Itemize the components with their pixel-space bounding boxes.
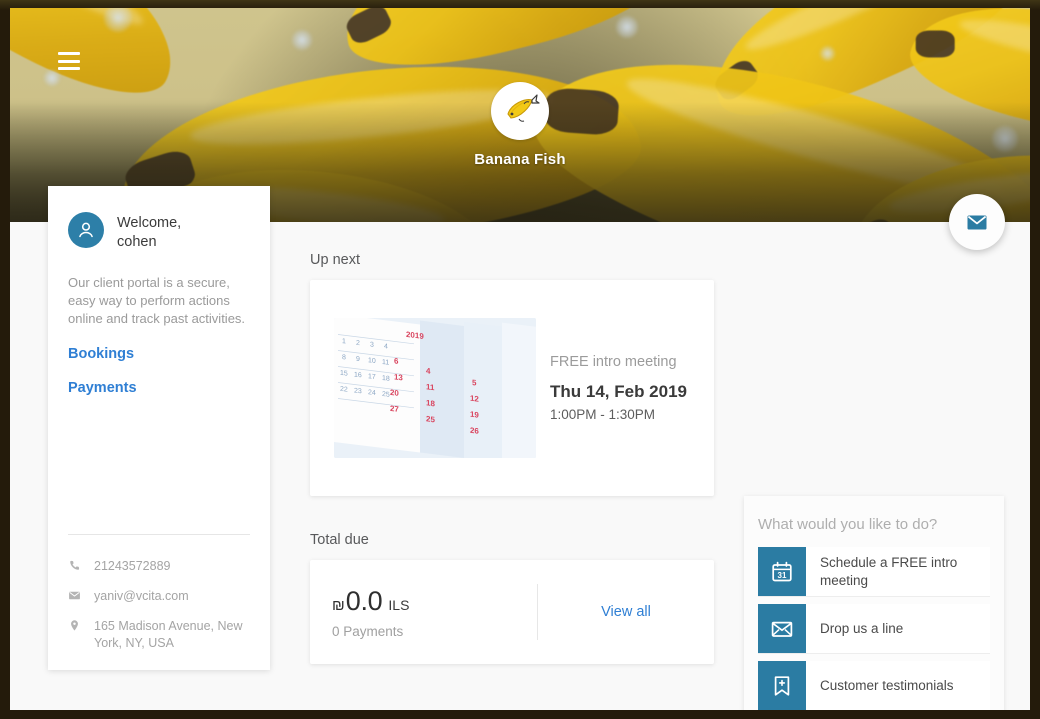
page-content: Welcome, cohen Our client portal is a se…	[10, 186, 1030, 710]
envelope-icon	[68, 588, 82, 607]
total-due-card: ₪ 0.0 ILS 0 Payments View all	[310, 560, 714, 664]
welcome-block: Welcome, cohen	[68, 212, 250, 252]
up-next-date: Thu 14, Feb 2019	[550, 382, 687, 401]
location-pin-icon	[68, 618, 82, 637]
contact-row-address[interactable]: 165 Madison Avenue, New York, NY, USA	[68, 618, 254, 652]
svg-text:17: 17	[368, 373, 376, 381]
svg-text:4: 4	[384, 343, 388, 350]
svg-text:23: 23	[354, 387, 362, 395]
svg-text:24: 24	[368, 389, 376, 397]
due-value: 0.0	[345, 585, 383, 616]
total-due-summary: ₪ 0.0 ILS 0 Payments	[310, 586, 537, 639]
sidebar-divider	[68, 534, 250, 535]
contact-email-value: yaniv@vcita.com	[94, 588, 189, 603]
business-name: Banana Fish	[474, 151, 566, 168]
svg-text:8: 8	[342, 354, 346, 361]
sidebar-item-bookings[interactable]: Bookings	[68, 346, 250, 362]
up-next-details: FREE intro meeting Thu 14, Feb 2019 1:00…	[536, 354, 687, 422]
up-next-card[interactable]: 2019 6 13 20 27 4 11 18 25 5 12 19 26 1234 8 9 10 11…	[310, 280, 714, 496]
svg-text:18: 18	[382, 375, 390, 383]
welcome-message: Welcome, cohen	[117, 212, 181, 252]
up-next-section-title: Up next	[310, 252, 360, 268]
svg-text:9: 9	[356, 356, 360, 363]
bokeh-dot	[616, 16, 638, 38]
total-due-section-title: Total due	[310, 532, 369, 548]
up-next-time: 1:00PM - 1:30PM	[550, 407, 656, 422]
sidebar-item-payments[interactable]: Payments	[68, 380, 250, 396]
payments-count: 0 Payments	[332, 623, 404, 639]
currency-code: ILS	[388, 596, 410, 613]
browser-frame: Banana Fish Welcome, cohen Our client po…	[0, 0, 1040, 719]
action-item-schedule-meeting[interactable]: 31 Schedule a FREE intro meeting	[758, 547, 990, 597]
total-due-amount: ₪ 0.0 ILS	[332, 586, 537, 617]
svg-text:26: 26	[470, 426, 479, 436]
hamburger-menu-icon[interactable]	[58, 52, 80, 70]
svg-text:16: 16	[354, 371, 362, 379]
svg-text:12: 12	[470, 394, 479, 404]
portal-description: Our client portal is a secure, easy way …	[68, 275, 246, 327]
action-item-customer-testimonials[interactable]: Customer testimonials	[758, 661, 990, 710]
welcome-greeting: Welcome,	[117, 215, 182, 231]
contact-details: 21243572889 yaniv@vcita.com 165 Madison …	[68, 558, 254, 663]
welcome-username: cohen	[117, 234, 157, 251]
phone-icon	[68, 558, 82, 577]
action-label: Customer testimonials	[820, 677, 954, 693]
action-item-drop-us-a-line[interactable]: Drop us a line	[758, 604, 990, 654]
contact-address-value: 165 Madison Avenue, New York, NY, USA	[94, 618, 243, 650]
banana-fish-logo-icon[interactable]	[491, 82, 549, 140]
contact-phone-value: 21243572889	[94, 559, 171, 573]
svg-text:18: 18	[426, 398, 435, 408]
svg-text:10: 10	[368, 357, 376, 365]
envelope-icon	[967, 215, 987, 230]
svg-text:3: 3	[370, 341, 374, 348]
contact-us-fab-button[interactable]	[949, 194, 1005, 250]
svg-text:11: 11	[426, 382, 435, 392]
svg-text:31: 31	[778, 571, 787, 580]
client-info-sidebar: Welcome, cohen Our client portal is a se…	[48, 186, 270, 670]
main-column: Up next 2019 6 13 20 27 411 18 25 5 12 1…	[310, 252, 714, 664]
svg-text:22: 22	[340, 386, 348, 394]
action-label: Schedule a FREE intro meeting	[820, 555, 958, 588]
user-avatar-icon	[68, 212, 104, 248]
svg-text:25: 25	[426, 414, 435, 424]
svg-text:4: 4	[426, 366, 431, 376]
svg-text:15: 15	[340, 370, 348, 378]
calendar-31-icon: 31	[758, 547, 806, 596]
svg-text:5: 5	[472, 378, 477, 388]
calendar-photo: 2019 6 13 20 27 4 11 18 25 5 12 19 26 1234 8 9 10 11…	[334, 318, 536, 458]
action-label: Drop us a line	[820, 620, 904, 636]
bokeh-dot	[820, 46, 835, 61]
business-identity: Banana Fish	[10, 82, 1030, 168]
up-next-service-name: FREE intro meeting	[550, 354, 677, 370]
currency-symbol: ₪	[332, 596, 345, 614]
quick-actions-panel: What would you like to do? 31 Schedule a…	[744, 496, 1004, 710]
quick-actions-title: What would you like to do?	[758, 516, 938, 533]
envelope-icon	[758, 604, 806, 653]
bookmark-ribbon-icon	[758, 661, 806, 710]
contact-row-email[interactable]: yaniv@vcita.com	[68, 588, 254, 607]
view-all-payments-link[interactable]: View all	[601, 604, 651, 620]
svg-text:1: 1	[342, 338, 346, 345]
svg-text:2: 2	[356, 340, 360, 347]
total-due-action: View all	[538, 604, 714, 620]
svg-text:11: 11	[382, 359, 389, 367]
bokeh-dot	[292, 30, 312, 50]
total-due-section: Total due ₪ 0.0 ILS 0 Payments View all	[310, 532, 714, 664]
svg-text:25: 25	[382, 391, 390, 399]
client-portal-page: Banana Fish Welcome, cohen Our client po…	[10, 8, 1030, 710]
svg-text:19: 19	[470, 410, 479, 420]
contact-row-phone[interactable]: 21243572889	[68, 558, 254, 577]
